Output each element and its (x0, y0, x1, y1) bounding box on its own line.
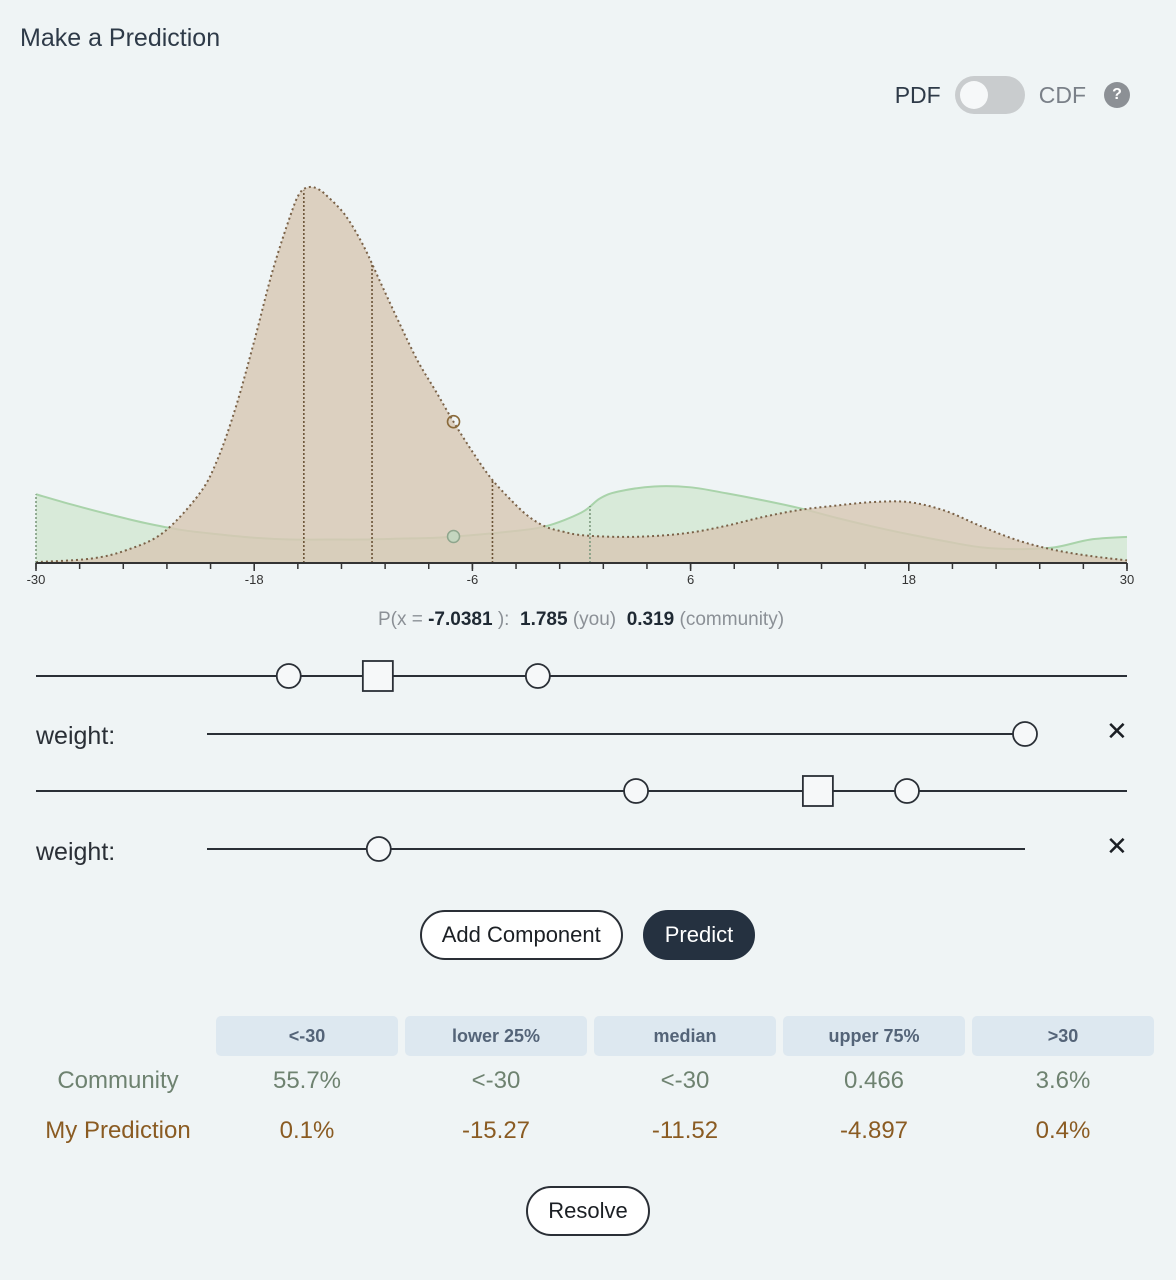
weight-handle[interactable] (365, 836, 392, 862)
stats-header-row: <-30 lower 25% median upper 75% >30 (27, 1016, 1154, 1056)
readout-you-label: (you) (572, 609, 617, 630)
header-lower-25: lower 25% (405, 1016, 587, 1056)
low-handle[interactable] (623, 778, 649, 804)
x-tick-label: 6 (687, 572, 694, 587)
pdf-cdf-switch[interactable] (954, 76, 1025, 114)
predict-button[interactable]: Predict (642, 910, 756, 960)
high-handle[interactable] (894, 778, 920, 804)
cell-above-max: 0.4% (1035, 1117, 1091, 1144)
page-title: Make a Prediction (20, 24, 221, 52)
add-component-button[interactable]: Add Component (419, 910, 623, 960)
you-series (35, 185, 1128, 564)
x-tick-label: 18 (902, 572, 916, 587)
action-buttons: Add Component Predict (0, 910, 1176, 960)
cell-below-min: 0.1% (279, 1117, 335, 1144)
cell-upper-75: -4.897 (839, 1117, 909, 1144)
header-above-max: >30 (972, 1016, 1154, 1056)
cell-median: -11.52 (651, 1117, 719, 1144)
distribution-chart[interactable]: -30 -18 -6 6 18 30 (0, 140, 1176, 595)
center-handle[interactable] (361, 660, 394, 692)
table-row-my-prediction: My Prediction 0.1% -15.27 -11.52 -4.897 … (27, 1106, 1154, 1156)
cell-lower-25: <-30 (471, 1067, 521, 1094)
component-range-slider[interactable] (0, 655, 1176, 697)
community-hover-marker (446, 529, 461, 544)
remove-component-icon[interactable]: ✕ (1106, 833, 1128, 859)
x-tick-label: 30 (1120, 572, 1134, 587)
header-below-min: <-30 (216, 1016, 398, 1056)
table-row-community: Community 55.7% <-30 <-30 0.466 3.6% (27, 1056, 1154, 1106)
cdf-label: CDF (1038, 81, 1086, 108)
component-range-slider[interactable] (0, 770, 1176, 812)
row-label: Community (57, 1067, 179, 1094)
resolve-wrap: Resolve (0, 1186, 1176, 1236)
readout-prefix: P(x = (377, 609, 429, 630)
stats-table: <-30 lower 25% median upper 75% >30 Comm… (20, 1016, 1161, 1156)
center-handle[interactable] (801, 775, 834, 807)
resolve-button[interactable]: Resolve (526, 1186, 650, 1236)
x-tick-label: -6 (467, 572, 479, 587)
x-tick-label: -30 (27, 572, 46, 587)
weight-slider[interactable] (0, 716, 1176, 752)
header-blank (27, 1016, 209, 1056)
header-upper-75: upper 75% (783, 1016, 965, 1056)
readout-you-value: 1.785 (520, 609, 568, 630)
weight-handle[interactable] (1012, 721, 1038, 747)
cell-median: <-30 (660, 1067, 710, 1094)
readout-community-value: 0.319 (626, 609, 675, 630)
cell-lower-25: -15.27 (461, 1117, 531, 1144)
header-median: median (594, 1016, 776, 1056)
x-tick-label: -18 (245, 572, 264, 587)
cell-above-max: 3.6% (1035, 1067, 1091, 1094)
cell-below-min: 55.7% (272, 1067, 342, 1094)
readout-mid: ): (492, 609, 510, 630)
weight-slider[interactable] (0, 831, 1176, 867)
readout-community-label: (community) (679, 609, 785, 630)
pdf-label: PDF (894, 81, 941, 108)
pdf-cdf-toggle-group: PDF CDF ? (895, 76, 1130, 114)
high-handle[interactable] (524, 663, 551, 689)
probability-readout: P(x = -7.0381 ): 1.785 (you) 0.319 (comm… (0, 609, 1162, 631)
switch-knob[interactable] (959, 81, 988, 109)
low-handle[interactable] (275, 663, 302, 689)
row-label: My Prediction (45, 1117, 191, 1144)
remove-component-icon[interactable]: ✕ (1106, 718, 1128, 744)
x-axis: -30 -18 -6 6 18 30 (27, 562, 1134, 587)
help-icon[interactable]: ? (1104, 82, 1130, 108)
readout-x-value: -7.0381 (428, 609, 493, 630)
cell-upper-75: 0.466 (843, 1067, 905, 1094)
you-area (36, 186, 1127, 563)
